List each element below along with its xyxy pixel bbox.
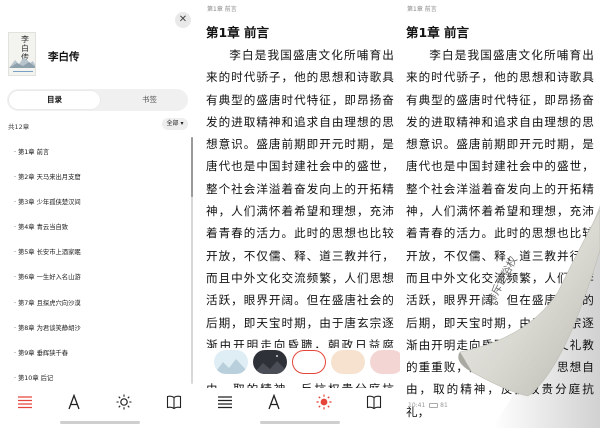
chapter-item-7[interactable]: · 第7章 且探虎穴向沙漠 [14,291,184,316]
night-mountain-icon [253,355,287,374]
close-button[interactable]: ✕ [175,12,191,28]
running-head: 第1章 前言 [207,6,237,13]
cover-rule [13,71,33,72]
font-size-icon[interactable] [266,394,282,410]
toc-menu-icon[interactable] [217,394,233,410]
filter-label: 全部 [166,120,179,127]
theme-swatch-peach[interactable] [331,350,365,374]
tab-contents[interactable]: 目录 [47,95,62,105]
toc-panel: ✕ 李白传 李白传 目录 书签 共12章 全部 ▾ · 第1章 前言 · 第2章… [0,0,200,428]
reader-panel: 第1章 前言 第1章 前言 李白是我国盛唐文化所哺育出来的时代骄子，他的思想和诗… [200,0,400,428]
chevron-down-icon: ▾ [180,120,184,127]
page-curl-panel[interactable]: 第1章 前言 第1章 前言 李白是我国盛唐文化所哺育出来的时代骄子，他的思想和诗… [400,0,600,428]
battery-level: 81 [440,402,448,409]
brightness-icon[interactable] [316,394,332,410]
toc-tab-switch: 目录 书签 [7,89,188,111]
toc-menu-icon[interactable] [17,394,33,410]
toc-scrollbar-thumb[interactable] [191,137,193,197]
book-icon[interactable] [166,394,182,410]
page-curl[interactable] [400,0,600,428]
chapter-title: 第1章 前言 [206,25,270,40]
toc-scrollbar[interactable] [191,137,193,384]
filter-dropdown[interactable]: 全部 ▾ [162,118,188,130]
theme-picker [200,348,400,378]
status-bar: 10:41 81 [408,402,448,409]
theme-swatch-mountain[interactable] [214,350,248,374]
bottom-toolbar [200,388,400,428]
chapter-item-2[interactable]: · 第2章 天马来出月支窟 [14,165,184,190]
chapter-item-1[interactable]: · 第1章 前言 [14,140,184,165]
home-indicator [260,421,340,424]
battery-icon [429,403,439,408]
bottom-toolbar [0,388,200,428]
brightness-icon[interactable] [116,394,132,410]
chapter-item-8[interactable]: · 第8章 为君谈笑静胡沙 [14,316,184,341]
book-title: 李白传 [48,51,80,63]
chapter-count: 共12章 [8,123,30,131]
theme-swatch-night[interactable] [253,350,287,374]
theme-swatch-white[interactable] [292,350,326,374]
chapter-item-5[interactable]: · 第5章 长安市上酒家眠 [14,240,184,265]
theme-swatch-pink[interactable] [370,350,400,374]
font-size-icon[interactable] [66,394,82,410]
chapter-item-3[interactable]: · 第3章 少年孤侠楚汉间 [14,190,184,215]
chapter-item-4[interactable]: · 第4章 青云当自致 [14,215,184,240]
book-cover[interactable]: 李白传 [8,32,36,76]
chapter-item-6[interactable]: · 第6章 一生好入名山游 [14,265,184,290]
chapter-item-9[interactable]: · 第9章 垂辉狭千春 [14,341,184,366]
chapter-list: · 第1章 前言 · 第2章 天马来出月支窟 · 第3章 少年孤侠楚汉间 · 第… [14,140,184,391]
mountain-icon [214,359,248,374]
tab-bookmarks[interactable]: 书签 [142,95,157,105]
book-icon[interactable] [366,394,382,410]
status-time: 10:41 [408,402,426,409]
cover-mountain-image [9,57,35,68]
home-indicator [60,421,140,424]
